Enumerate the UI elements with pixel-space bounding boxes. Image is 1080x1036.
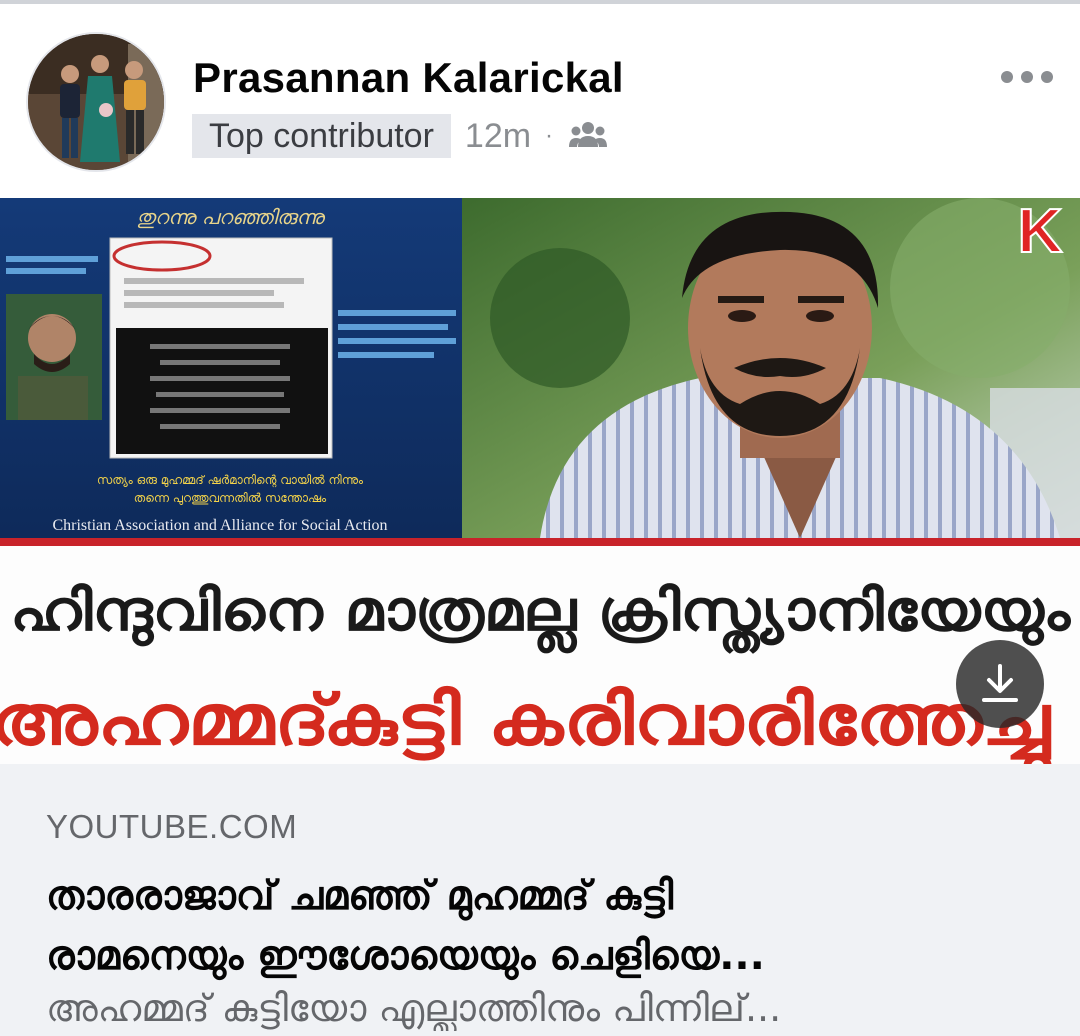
group-icon (569, 119, 608, 154)
download-button[interactable] (956, 640, 1044, 728)
top-contributor-badge[interactable]: Top contributor (192, 114, 451, 158)
meta-separator: · (545, 122, 554, 149)
author-name[interactable]: Prasannan Kalarickal (193, 54, 624, 102)
link-description: അഹമ്മദ് കുട്ടിയോ എല്ലാത്തിനും പിന്നില്..… (46, 986, 782, 1030)
avatar[interactable] (26, 32, 166, 172)
more-options-icon (1001, 71, 1053, 83)
thumbnail-headline-line-1: ഹിന്ദുവിനെ മാത്രമല്ല ക്രിസ്ത്യാനിയേയും (10, 579, 1072, 654)
channel-logo: K (1018, 198, 1063, 266)
left-panel-quote-2: തന്നെ പുറത്തുവന്നതിൽ സന്തോഷം (134, 491, 327, 506)
post-time[interactable]: 12m (465, 117, 531, 156)
download-icon (982, 664, 1018, 702)
organization-name: Christian Association and Alliance for S… (52, 517, 387, 534)
post-header: Prasannan Kalarickal Top contributor 12m… (0, 4, 1080, 198)
link-title-line-2: രാമനെയും ഈശോയെയും ചെളിയെ... (46, 933, 765, 979)
post-meta: Top contributor 12m · (192, 114, 608, 158)
link-preview[interactable]: YOUTUBE.COM താരരാജാവ് ചമഞ്ഞ് മുഹമ്മദ് കു… (0, 764, 1080, 1036)
link-title[interactable]: താരരാജാവ് ചമഞ്ഞ് മുഹമ്മദ് കുട്ടി രാമനെയു… (46, 866, 1046, 986)
link-title-line-1: താരരാജാവ് ചമഞ്ഞ് മുഹമ്മദ് കുട്ടി (46, 873, 674, 919)
left-panel-heading: തുറന്നു പറഞ്ഞിരുന്നു (136, 205, 326, 229)
link-domain: YOUTUBE.COM (46, 808, 298, 845)
more-options-button[interactable] (996, 60, 1058, 94)
thumbnail-headline-line-2: അഹമ്മദ്കുട്ടി കരിവാരിത്തേച്ചു (0, 679, 1053, 764)
video-thumbnail[interactable]: തുറന്നു പറഞ്ഞിരുന്നു സത്യം ഒരു മുഹമ്മദ് … (0, 198, 1080, 764)
left-panel-quote-1: സത്യം ഒരു മുഹമ്മദ് ഷർമാനിന്റെ വായിൽ നിന്… (97, 473, 364, 488)
